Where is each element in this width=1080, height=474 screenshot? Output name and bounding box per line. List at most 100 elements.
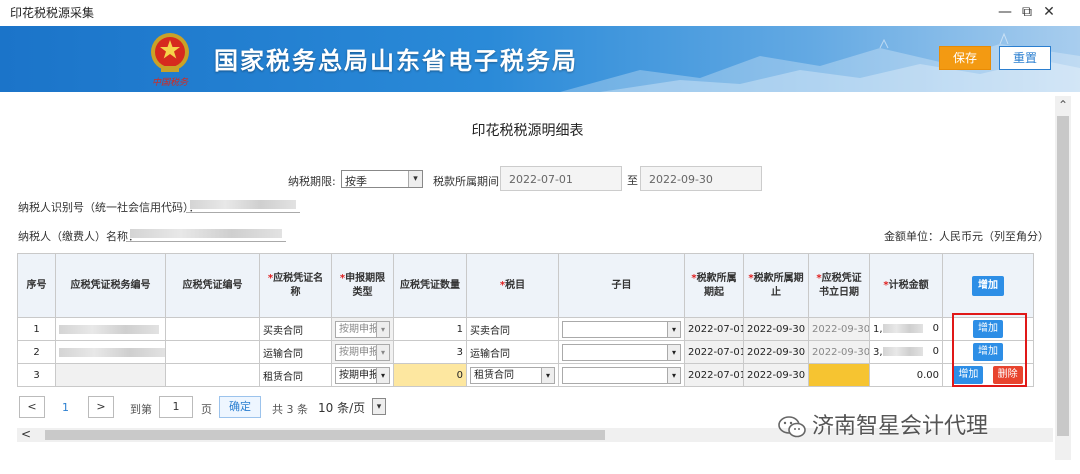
voucher-name-cell: 运输合同 <box>259 340 332 364</box>
watermark-text: 济南智星会计代理 <box>812 414 989 439</box>
amount-cell[interactable]: 1, 0 <box>869 317 943 341</box>
amount-cell[interactable]: 0.00 <box>869 363 943 387</box>
prev-page-button[interactable]: < <box>19 396 45 418</box>
voucher-name-cell: 租赁合同 <box>259 363 332 387</box>
page-size-select[interactable]: 10 条/页 ▾ <box>316 398 386 417</box>
voucher-tax-no-redacted <box>59 324 159 334</box>
page-unit-label: 页 <box>201 403 212 416</box>
end-date-field: 2022-09-30 <box>640 166 762 191</box>
period-end-cell: 2022-09-30 <box>743 317 809 341</box>
qty-cell[interactable]: 0 <box>393 363 467 387</box>
row-seq: 2 <box>17 340 56 364</box>
taxpayer-name-underline <box>126 241 286 242</box>
page-title: 印花税税源明细表 <box>471 123 584 139</box>
period-select-value: 按季 <box>345 175 367 188</box>
table-row: 3 租赁合同 按期申报 ▾ 0 租赁合同 ▾ ▾ 2022-07-01 2022-0… <box>17 363 1034 387</box>
amount-cell[interactable]: 3, 0 <box>869 340 943 364</box>
scroll-up-icon[interactable]: ⌃ <box>1055 98 1071 112</box>
sign-date-cell[interactable] <box>808 363 870 387</box>
reset-button[interactable]: 重置 <box>999 46 1051 70</box>
emblem-caption: 中国税务 <box>152 77 189 88</box>
chevron-down-icon: ▾ <box>541 367 554 383</box>
qty-cell[interactable]: 1 <box>393 317 467 341</box>
chevron-down-icon: ▾ <box>376 344 389 360</box>
window-title: 印花税税源采集 <box>10 6 95 20</box>
voucher-name-cell: 买卖合同 <box>259 317 332 341</box>
header-banner: 中国税务 国家税务总局山东省电子税务局 保存 重置 <box>0 26 1080 92</box>
action-buttons-highlight <box>952 313 1027 387</box>
header-filing-type: *申报期限类型 <box>331 253 394 318</box>
row-seq: 3 <box>17 363 56 387</box>
taxpayer-id-label: 纳税人识别号（统一社会信用代码）： <box>18 201 200 214</box>
filing-type-cell[interactable]: 按期申报 ▾ <box>331 317 394 341</box>
table-header-row: 序号 应税凭证税务编号 应税凭证编号 *应税凭证名称 *申报期限类型 应税凭证数… <box>17 253 1034 318</box>
chevron-down-icon: ▾ <box>372 398 386 415</box>
period-label: 纳税期限: <box>288 175 336 188</box>
period-start-cell: 2022-07-01 <box>684 317 744 341</box>
vertical-scrollbar[interactable]: ⌃ <box>1055 96 1071 460</box>
watermark: 济南智星会计代理 <box>778 408 988 440</box>
close-icon[interactable]: ✕ <box>1040 2 1058 22</box>
voucher-no-cell[interactable] <box>165 317 260 341</box>
taxpayer-name-redacted <box>130 229 282 238</box>
item-cell: 运输合同 <box>466 340 559 364</box>
filing-type-cell[interactable]: 按期申报 ▾ <box>331 340 394 364</box>
subitem-cell[interactable]: ▾ <box>558 317 685 341</box>
header-period-end: *税款所属期止 <box>743 253 809 318</box>
page-size-value: 10 条/页 <box>318 401 366 415</box>
save-button[interactable]: 保存 <box>939 46 991 70</box>
range-label: 税款所属期间: <box>433 175 503 188</box>
filing-type-cell[interactable]: 按期申报 ▾ <box>331 363 394 387</box>
goto-page-input[interactable]: 1 <box>159 396 193 418</box>
restore-icon[interactable]: ⧉ <box>1018 2 1036 22</box>
period-start-cell: 2022-07-01 <box>684 363 744 387</box>
chevron-down-icon: ▾ <box>408 171 422 187</box>
minimize-icon[interactable]: — <box>996 2 1014 22</box>
sign-date-cell[interactable]: 2022-09-30 <box>808 317 870 341</box>
voucher-no-cell[interactable] <box>165 340 260 364</box>
currency-unit-label: 金额单位：人民币元（列至角分） <box>884 230 1049 243</box>
chevron-down-icon: ▾ <box>376 321 389 337</box>
confirm-page-button[interactable]: 确定 <box>219 396 261 418</box>
period-start-cell: 2022-07-01 <box>684 340 744 364</box>
start-date-field: 2022-07-01 <box>500 166 622 191</box>
row-seq: 1 <box>17 317 56 341</box>
table-row: 2 运输合同 按期申报 ▾ 3 运输合同 ▾ 2022-07-01 2022-09… <box>17 340 1034 364</box>
current-page[interactable]: 1 <box>62 401 69 414</box>
chevron-down-icon: ▾ <box>667 321 680 337</box>
table-row: 1 买卖合同 按期申报 ▾ 1 买卖合同 ▾ 2022-07-01 2022-09… <box>17 317 1034 341</box>
voucher-no-cell[interactable] <box>165 363 260 387</box>
voucher-tax-no-cell <box>55 317 166 341</box>
taxpayer-id-redacted <box>190 200 296 209</box>
sign-date-cell[interactable]: 2022-09-30 <box>808 340 870 364</box>
scroll-left-icon[interactable]: < <box>21 427 31 441</box>
horizontal-scroll-thumb[interactable] <box>45 430 605 440</box>
tax-source-table: 序号 应税凭证税务编号 应税凭证编号 *应税凭证名称 *申报期限类型 应税凭证数… <box>17 253 1034 387</box>
header-voucher-name: *应税凭证名称 <box>259 253 332 318</box>
goto-label: 到第 <box>130 403 152 416</box>
subitem-cell[interactable]: ▾ <box>558 363 685 387</box>
tax-emblem-icon: 中国税务 <box>151 33 189 88</box>
chevron-down-icon: ▾ <box>376 367 389 383</box>
header-qty: 应税凭证数量 <box>393 253 467 318</box>
taxpayer-name-label: 纳税人（缴费人）名称： <box>18 230 139 243</box>
header-add-button[interactable]: 增加 <box>972 275 1004 296</box>
header-seq: 序号 <box>17 253 56 318</box>
header-amount: *计税金额 <box>869 253 943 318</box>
bureau-name: 国家税务总局山东省电子税务局 <box>214 47 578 75</box>
chevron-down-icon: ▾ <box>667 344 680 360</box>
header-period-start: *税款所属期起 <box>684 253 744 318</box>
taxpayer-id-underline <box>186 212 300 213</box>
header-sign-date: *应税凭证书立日期 <box>808 253 870 318</box>
vertical-scroll-thumb[interactable] <box>1057 116 1069 436</box>
item-cell[interactable]: 租赁合同 ▾ <box>466 363 559 387</box>
period-end-cell: 2022-09-30 <box>743 340 809 364</box>
voucher-tax-no-redacted <box>59 347 165 357</box>
qty-cell[interactable]: 3 <box>393 340 467 364</box>
voucher-tax-no-cell <box>55 340 166 364</box>
header-actions: 增加 <box>942 253 1034 318</box>
next-page-button[interactable]: > <box>88 396 114 418</box>
subitem-cell[interactable]: ▾ <box>558 340 685 364</box>
header-subitem: 子目 <box>558 253 685 318</box>
period-select[interactable]: 按季 ▾ <box>341 170 423 188</box>
